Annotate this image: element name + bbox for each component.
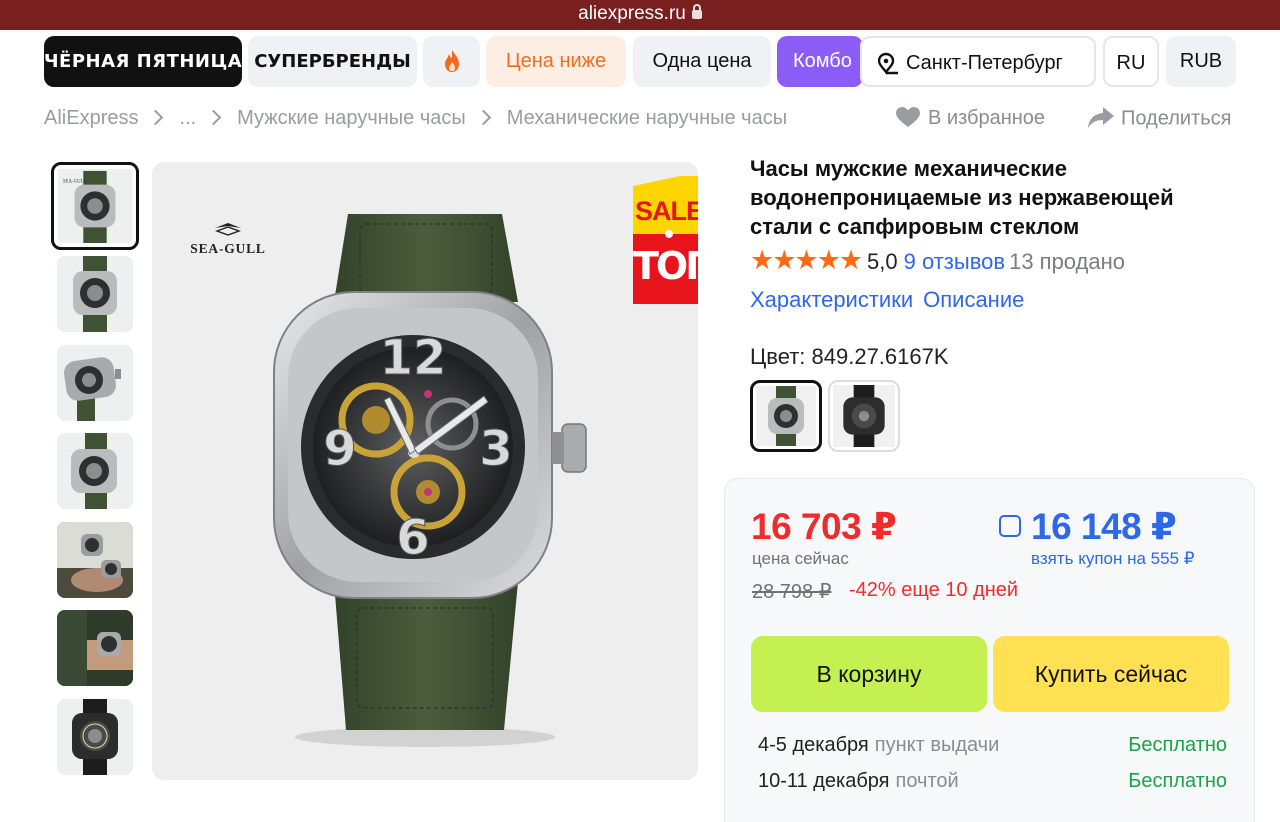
delivery-date: 4-5 декабря xyxy=(758,734,869,756)
rating-stars-icon: ★★★★★ xyxy=(750,245,863,275)
favorites-label: В избранное xyxy=(928,107,1046,129)
location-pin-icon xyxy=(878,52,898,75)
product-title: Часы мужские механические водонепроницае… xyxy=(750,156,1174,239)
breadcrumb-item-mens-watches[interactable]: Мужские наручные часы xyxy=(237,107,466,130)
lifestyle-thumbnail-image xyxy=(57,522,133,598)
watch-thumbnail-image: SEA-GULL xyxy=(58,169,132,243)
thumbnail-4[interactable] xyxy=(57,433,133,509)
language-selector[interactable]: RU xyxy=(1103,36,1159,87)
price-panel: 16 703 ₽ цена сейчас 16 148 ₽ взять купо… xyxy=(724,478,1255,822)
delivery-method: пункт выдачи xyxy=(874,734,1000,756)
old-price: 28 798 ₽ xyxy=(752,581,832,603)
url-text: aliexpress.ru xyxy=(578,3,686,24)
delivery-cost: Бесплатно xyxy=(1128,734,1227,756)
price-lower-chip[interactable]: Цена ниже xyxy=(486,36,626,87)
add-to-cart-button[interactable]: В корзину xyxy=(751,636,987,712)
thumbnail-7[interactable] xyxy=(57,699,133,775)
delivery-option-pickup: 4-5 декабря пункт выдачи xyxy=(758,734,999,757)
color-swatch-silver-green[interactable] xyxy=(750,380,822,452)
delivery-cost: Бесплатно xyxy=(1128,770,1227,792)
one-price-chip[interactable]: Одна цена xyxy=(633,36,771,87)
city-label: Санкт-Петербург xyxy=(906,52,1063,74)
combo-chip[interactable]: Комбо xyxy=(777,36,863,87)
watch-thumbnail-image xyxy=(57,433,133,509)
chevron-right-icon xyxy=(475,109,492,126)
reviews-link[interactable]: 9 отзывов xyxy=(904,249,1005,274)
thumbnail-5[interactable] xyxy=(57,522,133,598)
buy-now-button[interactable]: Купить сейчас xyxy=(993,636,1229,712)
chevron-right-icon xyxy=(148,109,164,126)
get-coupon-link[interactable]: взять купон на 555 ₽ xyxy=(1031,549,1195,569)
svg-text:9: 9 xyxy=(323,421,356,477)
sale-top-badge: SALE ТОП xyxy=(633,174,698,304)
thumbnail-3[interactable] xyxy=(57,345,133,421)
top-badge-text: ТОП xyxy=(633,244,698,288)
breadcrumb-item-ellipsis[interactable]: ... xyxy=(179,107,196,130)
black-friday-chip[interactable]: ЧЁРНАЯ ПЯТНИЦА xyxy=(44,36,242,87)
rating-row: ★★★★★ 5,0 9 отзывов 13 продано xyxy=(750,245,1126,279)
swatch-image xyxy=(833,385,895,447)
sale-badge-text: SALE xyxy=(634,196,698,226)
delivery-date: 10-11 декабря xyxy=(758,770,890,792)
color-label: Цвет: 849.27.6167K xyxy=(750,344,949,369)
svg-text:12: 12 xyxy=(380,330,447,386)
chevron-right-icon xyxy=(205,109,222,126)
browser-address-bar[interactable]: aliexpress.ru xyxy=(0,0,1280,30)
watch-thumbnail-image xyxy=(57,256,133,332)
watch-illustration: 12 6 9 3 xyxy=(273,176,698,747)
product-tabs: Характеристики Описание xyxy=(750,287,1024,313)
flame-icon xyxy=(444,50,459,72)
watch-thumbnail-image xyxy=(57,699,133,775)
coupon-price: 16 148 ₽ xyxy=(1031,506,1177,547)
svg-text:SEA-GULL: SEA-GULL xyxy=(63,180,87,185)
product-main-image[interactable]: SEA-GULL 12 6 9 3 SALE ТО xyxy=(152,162,698,780)
delivery-option-post: 10-11 декабря почтой xyxy=(758,770,959,793)
svg-text:3: 3 xyxy=(479,421,512,477)
sold-count: 13 продано xyxy=(1009,249,1126,275)
add-to-favorites-button[interactable]: В избранное xyxy=(895,106,1046,130)
lock-icon xyxy=(691,4,702,19)
color-swatch-black[interactable] xyxy=(828,380,900,452)
share-arrow-icon xyxy=(1088,107,1114,128)
current-price: 16 703 ₽ xyxy=(751,506,897,547)
svg-text:6: 6 xyxy=(396,510,429,566)
discount-label: -42% еще 10 дней xyxy=(849,579,1019,601)
hot-deals-chip[interactable] xyxy=(423,36,480,87)
promo-chips-bar: ЧЁРНАЯ ПЯТНИЦА СУПЕРБРЕНДЫ Цена ниже Одн… xyxy=(0,36,1280,88)
rating-score: 5,0 xyxy=(867,249,898,275)
breadcrumb: AliExpress... Мужские наручные часы Механи… xyxy=(44,107,787,133)
currency-selector[interactable]: RUB xyxy=(1166,36,1236,87)
delivery-method: почтой xyxy=(895,770,959,792)
lifestyle-thumbnail-image xyxy=(57,610,133,686)
thumbnail-6[interactable] xyxy=(57,610,133,686)
coupon-checkbox[interactable] xyxy=(999,515,1021,537)
current-price-caption: цена сейчас xyxy=(752,549,849,568)
tab-specifications[interactable]: Характеристики xyxy=(750,287,913,312)
watch-thumbnail-image xyxy=(57,345,133,421)
tab-description[interactable]: Описание xyxy=(923,287,1024,312)
city-selector[interactable]: Санкт-Петербург xyxy=(860,36,1096,87)
thumbnail-1[interactable]: SEA-GULL xyxy=(51,162,139,250)
superbrands-chip[interactable]: СУПЕРБРЕНДЫ xyxy=(248,36,417,87)
breadcrumb-item-mechanical-watches[interactable]: Механические наручные часы xyxy=(507,107,787,130)
thumbnail-2[interactable] xyxy=(57,256,133,332)
share-button[interactable]: Поделиться xyxy=(1087,107,1231,131)
swatch-image xyxy=(756,386,816,446)
share-label: Поделиться xyxy=(1121,107,1232,130)
breadcrumb-item-home[interactable]: AliExpress xyxy=(44,107,138,130)
heart-icon xyxy=(896,106,920,127)
